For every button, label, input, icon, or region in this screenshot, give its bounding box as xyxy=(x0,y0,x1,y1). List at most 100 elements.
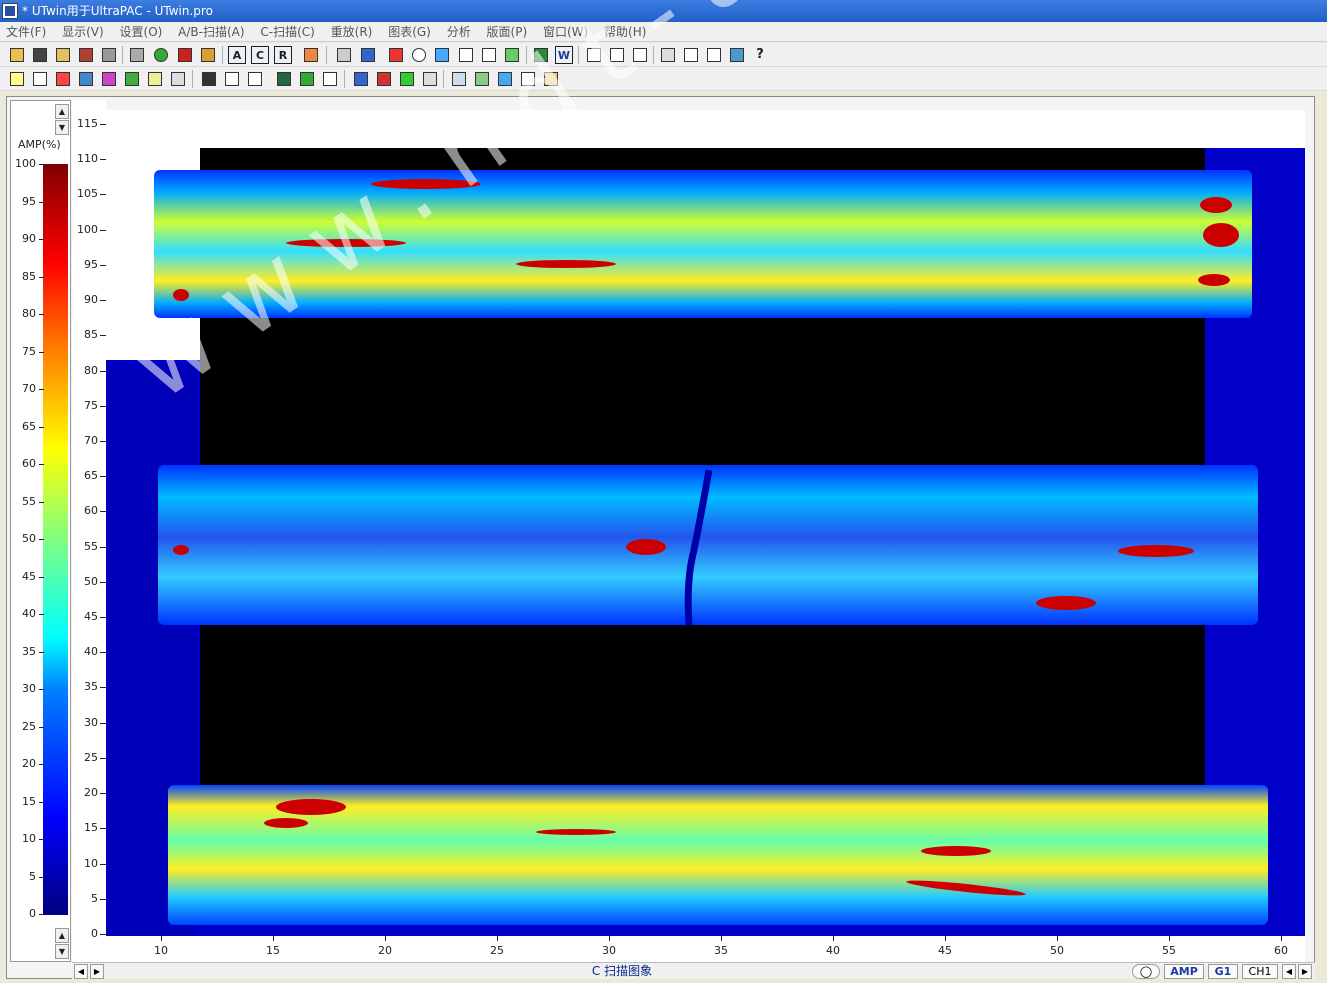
grid-icon[interactable] xyxy=(359,46,377,64)
cursor-icon[interactable] xyxy=(457,46,475,64)
y-axis-tick-label: 45 xyxy=(72,610,106,623)
legend-tick-label: 15 xyxy=(8,795,44,808)
tab-gate[interactable]: G1 xyxy=(1208,964,1238,979)
x-axis-tick-mark xyxy=(385,936,386,941)
x-axis-tick-label: 50 xyxy=(1050,944,1064,957)
legend-tick-label: 30 xyxy=(8,682,44,695)
menu-replay[interactable]: 重放(R) xyxy=(325,22,379,42)
toolbar-separator xyxy=(326,46,327,64)
points-icon[interactable] xyxy=(54,70,72,88)
link-icon[interactable] xyxy=(421,70,439,88)
xy-plot-icon[interactable] xyxy=(321,70,339,88)
menu-file[interactable]: 文件(F) xyxy=(0,22,52,42)
view-title: C 扫描图象 xyxy=(591,964,653,978)
menu-analysis[interactable]: 分析 xyxy=(441,22,477,42)
legend-tick-label: 50 xyxy=(8,532,44,545)
tools-icon[interactable] xyxy=(199,46,217,64)
tile-vertical-icon[interactable] xyxy=(705,46,723,64)
y-axis-tick-label: 5 xyxy=(72,892,106,905)
export-icon[interactable] xyxy=(77,46,95,64)
y-axis-tick-label: 105 xyxy=(72,187,106,200)
color-map-icon[interactable] xyxy=(398,70,416,88)
x-axis-tick-label: 45 xyxy=(938,944,952,957)
overlay-icon[interactable] xyxy=(123,70,141,88)
scroll-right-button[interactable]: ▶ xyxy=(90,964,104,979)
legend-lower-down-button[interactable]: ▼ xyxy=(55,944,69,959)
legend-tick-label: 65 xyxy=(8,420,44,433)
y-axis-tick-label: 90 xyxy=(72,293,106,306)
rectangle-icon[interactable] xyxy=(8,70,26,88)
x-axis-tick-label: 25 xyxy=(490,944,504,957)
copy-icon[interactable] xyxy=(128,46,146,64)
legend-tick-label: 5 xyxy=(8,870,44,883)
x-axis-tick-label: 30 xyxy=(602,944,616,957)
save-icon[interactable] xyxy=(31,46,49,64)
x-axis-tick-label: 60 xyxy=(1274,944,1288,957)
c-scan-button[interactable]: C xyxy=(251,46,269,64)
open-icon[interactable] xyxy=(8,46,26,64)
channel-prev-button[interactable]: ◀ xyxy=(1282,964,1296,979)
legend-tick-label: 85 xyxy=(8,270,44,283)
x-axis-tick-mark xyxy=(833,936,834,941)
save-as-icon[interactable] xyxy=(54,46,72,64)
menu-settings[interactable]: 设置(O) xyxy=(114,22,169,42)
legend-scroll-down-button[interactable]: ▼ xyxy=(55,120,69,135)
y-axis-tick-label: 50 xyxy=(72,575,106,588)
y-axis-tick-label: 70 xyxy=(72,434,106,447)
legend-scroll-up-button[interactable]: ▲ xyxy=(55,104,69,119)
pan-icon[interactable] xyxy=(433,46,451,64)
legend-tick-label: 45 xyxy=(8,570,44,583)
app-icon xyxy=(2,3,18,19)
menu-charts[interactable]: 图表(G) xyxy=(382,22,437,42)
tab-amp[interactable]: AMP xyxy=(1164,964,1204,979)
rotate-icon[interactable] xyxy=(100,70,118,88)
print-icon[interactable] xyxy=(100,46,118,64)
legend-tick-label: 75 xyxy=(8,345,44,358)
legend-tick-label: 35 xyxy=(8,645,44,658)
y-axis-tick-label: 40 xyxy=(72,645,106,658)
legend-tick-label: 95 xyxy=(8,195,44,208)
x-axis-tick-mark xyxy=(945,936,946,941)
window-title: * UTwin用于UltraPAC - UTwin.pro xyxy=(22,4,213,18)
profile-icon[interactable] xyxy=(246,70,264,88)
tree-icon[interactable] xyxy=(335,46,353,64)
menu-view[interactable]: 显示(V) xyxy=(56,22,110,42)
zoom-icon[interactable] xyxy=(410,46,428,64)
legend-tick-label: 10 xyxy=(8,832,44,845)
replay-button[interactable]: R xyxy=(274,46,292,64)
y-axis-tick-label: 0 xyxy=(72,927,106,940)
palette-icon[interactable] xyxy=(387,46,405,64)
scroll-left-button[interactable]: ◀ xyxy=(74,964,88,979)
bar-chart-icon[interactable] xyxy=(275,70,293,88)
legend-tick-label: 40 xyxy=(8,607,44,620)
toolbar-separator xyxy=(122,46,123,64)
toggle-icon[interactable]: ◯ xyxy=(1132,964,1160,979)
y-axis-tick-label: 20 xyxy=(72,786,106,799)
monitor-icon[interactable] xyxy=(728,46,746,64)
histogram-icon[interactable] xyxy=(200,70,218,88)
tab-channel[interactable]: CH1 xyxy=(1242,964,1278,979)
y-axis-tick-label: 85 xyxy=(72,328,106,341)
color-bar-icon[interactable] xyxy=(375,70,393,88)
table-icon[interactable] xyxy=(223,70,241,88)
scatter-icon[interactable] xyxy=(169,70,187,88)
a-scan-button[interactable]: A xyxy=(228,46,246,64)
transform-icon[interactable] xyxy=(77,70,95,88)
target-icon[interactable] xyxy=(152,46,170,64)
legend-tick-label: 70 xyxy=(8,382,44,395)
menu-c-scan[interactable]: C-扫描(C) xyxy=(254,22,320,42)
y-axis-tick-label: 10 xyxy=(72,857,106,870)
color-table-icon[interactable] xyxy=(352,70,370,88)
legend-tick-label: 100 xyxy=(8,157,44,170)
toolbar-separator xyxy=(192,70,193,88)
channel-next-button[interactable]: ▶ xyxy=(1298,964,1312,979)
document-icon[interactable] xyxy=(31,70,49,88)
menu-ab-scan[interactable]: A/B-扫描(A) xyxy=(172,22,250,42)
x-axis-tick-mark xyxy=(1057,936,1058,941)
step-back-icon[interactable] xyxy=(176,46,194,64)
chart-icon[interactable] xyxy=(302,46,320,64)
help-icon[interactable]: ? xyxy=(751,46,769,64)
peaks-icon[interactable] xyxy=(298,70,316,88)
eraser-icon[interactable] xyxy=(146,70,164,88)
legend-lower-up-button[interactable]: ▲ xyxy=(55,928,69,943)
